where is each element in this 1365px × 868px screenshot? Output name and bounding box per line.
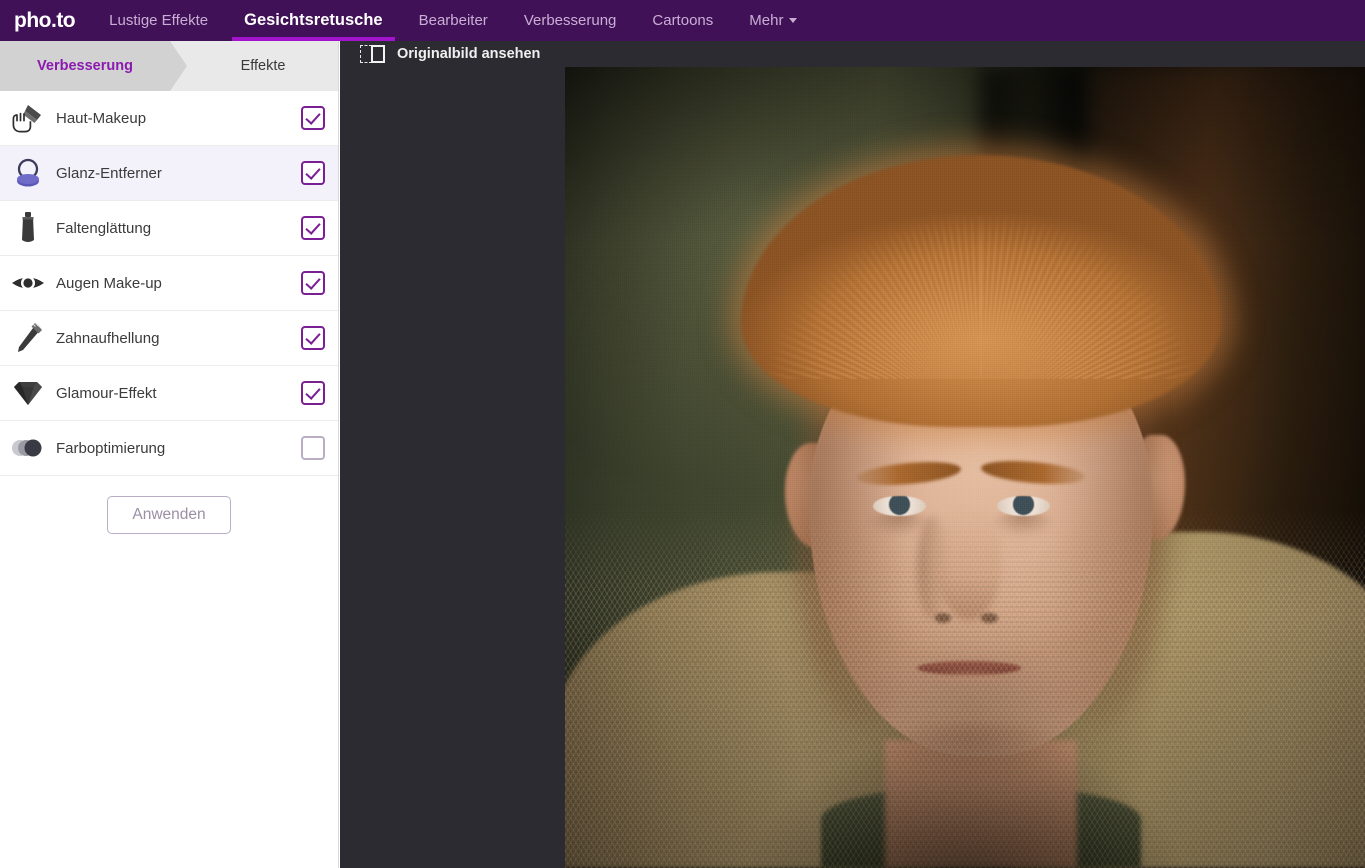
sidebar-panel: Verbesserung Effekte Haut-Makeup Glanz-E… [0, 41, 339, 868]
tab-verbesserung[interactable]: Verbesserung [0, 41, 187, 91]
color-circles-icon [9, 429, 47, 467]
option-row-glamour-effekt[interactable]: Glamour-Effekt [0, 366, 338, 421]
option-row-glanz-entferner[interactable]: Glanz-Entferner [0, 146, 338, 201]
option-row-farboptimierung[interactable]: Farboptimierung [0, 421, 338, 476]
option-row-augen-makeup[interactable]: Augen Make-up [0, 256, 338, 311]
diamond-icon [9, 374, 47, 412]
option-checkbox[interactable] [301, 326, 325, 350]
eye-icon [9, 264, 47, 302]
chevron-down-icon [789, 18, 798, 23]
nav-link-label: Mehr [749, 12, 784, 29]
workspace-panel: Originalbild ansehen [340, 41, 1365, 868]
photo-canvas[interactable] [565, 67, 1365, 868]
nav-link-gesichtsretusche[interactable]: Gesichtsretusche [226, 0, 400, 41]
option-label: Glamour-Effekt [56, 384, 157, 402]
photo-grain [565, 67, 1365, 868]
option-checkbox[interactable] [301, 161, 325, 185]
site-logo[interactable]: pho.to [0, 0, 91, 41]
powder-puff-icon [9, 154, 47, 192]
tab-effekte[interactable]: Effekte [170, 41, 338, 91]
option-row-haut-makeup[interactable]: Haut-Makeup [0, 91, 338, 146]
nav-link-label: Lustige Effekte [109, 12, 209, 29]
nav-link-mehr-dropdown[interactable]: Mehr [731, 0, 815, 41]
nav-link-label: Verbesserung [523, 12, 617, 29]
retouch-options-list: Haut-Makeup Glanz-Entferner Faltenglättu… [0, 91, 338, 476]
option-label: Faltenglättung [56, 219, 152, 237]
makeup-brush-icon [9, 99, 47, 137]
option-checkbox[interactable] [301, 436, 325, 460]
nav-link-bearbeiter[interactable]: Bearbeiter [401, 0, 506, 41]
compare-solid-frame [371, 45, 385, 63]
cream-tube-icon [9, 209, 47, 247]
nav-link-label: Bearbeiter [418, 12, 488, 29]
apply-button[interactable]: Anwenden [107, 496, 231, 534]
view-original-label[interactable]: Originalbild ansehen [397, 46, 540, 62]
nav-link-label: Gesichtsretusche [244, 11, 383, 29]
option-checkbox[interactable] [301, 106, 325, 130]
nav-link-cartoons[interactable]: Cartoons [634, 0, 731, 41]
nav-link-label: Cartoons [652, 12, 714, 29]
option-checkbox[interactable] [301, 381, 325, 405]
option-label: Glanz-Entferner [56, 164, 162, 182]
nav-link-lustige-effekte[interactable]: Lustige Effekte [91, 0, 226, 41]
tab-label: Verbesserung [37, 58, 133, 74]
option-row-zahnaufhellung[interactable]: Zahnaufhellung [0, 311, 338, 366]
workspace-toolbar: Originalbild ansehen [340, 41, 1365, 67]
option-label: Haut-Makeup [56, 109, 147, 127]
nav-link-verbesserung[interactable]: Verbesserung [506, 0, 635, 41]
compare-before-after-icon[interactable] [360, 43, 388, 65]
option-row-faltenglaettung[interactable]: Faltenglättung [0, 201, 338, 256]
apply-button-container: Anwenden [0, 476, 338, 534]
main-nav-links: Lustige Effekte Gesichtsretusche Bearbei… [91, 0, 815, 41]
option-checkbox[interactable] [301, 271, 325, 295]
top-navigation-bar: pho.to Lustige Effekte Gesichtsretusche … [0, 0, 1365, 41]
option-label: Zahnaufhellung [56, 329, 160, 347]
option-label: Farboptimierung [56, 439, 166, 457]
toothbrush-icon [9, 319, 47, 357]
sidebar-tab-bar: Verbesserung Effekte [0, 41, 338, 91]
option-label: Augen Make-up [56, 274, 162, 292]
tab-label: Effekte [240, 58, 286, 74]
option-checkbox[interactable] [301, 216, 325, 240]
